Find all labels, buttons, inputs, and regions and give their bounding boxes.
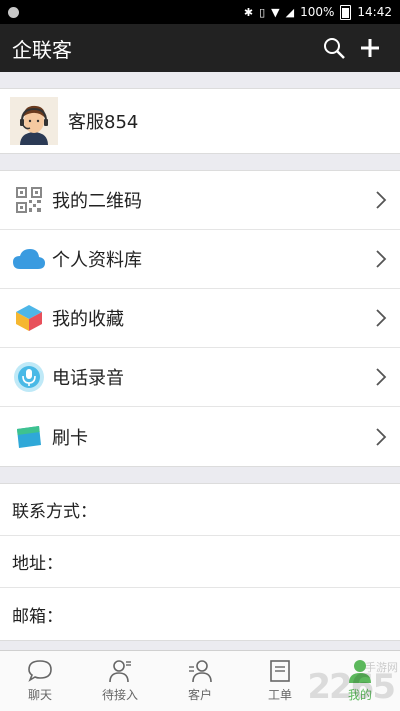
address-row: 地址：: [0, 536, 400, 588]
cloud-icon: [12, 242, 46, 276]
bluetooth-icon: ✱: [243, 5, 254, 19]
tab-chat[interactable]: 聊天: [0, 651, 80, 711]
profile-card[interactable]: 客服854: [0, 88, 400, 154]
page-title: 企联客: [12, 37, 72, 62]
app-bar: 企联客: [0, 24, 400, 72]
menu-item-label: 刷卡: [52, 427, 88, 449]
contact-method-row: 联系方式：: [0, 484, 400, 536]
menu-item-favorites[interactable]: 我的收藏: [0, 289, 400, 348]
contact-info: 联系方式： 地址： 邮箱：: [0, 483, 400, 641]
menu-item-qr-code[interactable]: 我的二维码: [0, 171, 400, 230]
search-icon: [324, 38, 345, 59]
customers-icon: [189, 660, 212, 683]
tab-waiting[interactable]: 待接入: [80, 651, 160, 711]
menu-item-call-recording[interactable]: 电话录音: [0, 348, 400, 407]
profile-name: 客服854: [68, 112, 139, 133]
ticket-icon: [270, 660, 290, 682]
chevron-right-icon: [376, 427, 387, 446]
tab-label: 聊天: [27, 688, 52, 702]
chat-icon: [28, 660, 52, 682]
battery-icon: [340, 4, 352, 20]
email-row: 邮箱：: [12, 606, 63, 627]
search-button[interactable]: [316, 30, 352, 66]
signal-icon: ◢: [285, 5, 295, 19]
menu-item-label: 电话录音: [52, 368, 124, 389]
menu-item-label: 我的二维码: [52, 191, 142, 212]
menu-item-swipe-card[interactable]: 刷卡: [0, 407, 400, 466]
menu-list: 我的二维码 个人资料库 我的收藏 电话录音 刷卡: [0, 170, 400, 467]
qr-code-icon: [12, 183, 46, 217]
tab-label: 工单: [267, 688, 292, 702]
menu-item-personal-library[interactable]: 个人资料库: [0, 230, 400, 289]
wifi-icon: ▼: [271, 5, 280, 19]
battery-level: 100%: [300, 5, 335, 19]
card-icon: [12, 420, 46, 454]
customer-service-avatar-icon: [10, 97, 58, 145]
microphone-icon: [12, 360, 46, 394]
plus-icon: [361, 39, 379, 57]
person-waiting-icon: [109, 660, 131, 683]
avatar: [10, 97, 58, 145]
cube-icon: [12, 301, 46, 335]
tab-label: 待接入: [101, 688, 138, 702]
add-button[interactable]: [352, 30, 388, 66]
tab-label: 客户: [187, 688, 212, 702]
status-bar: ✱ ▯ ▼ ◢ 100% 14:42: [0, 0, 400, 24]
chevron-right-icon: [376, 368, 387, 386]
chevron-right-icon: [376, 191, 387, 209]
chevron-right-icon: [376, 309, 387, 327]
menu-item-label: 我的收藏: [52, 309, 124, 330]
menu-item-label: 个人资料库: [52, 250, 142, 271]
notification-dot-icon: [8, 6, 19, 18]
tab-customers[interactable]: 客户: [160, 651, 240, 711]
vibrate-icon: ▯: [259, 5, 266, 19]
clock: 14:42: [357, 5, 392, 19]
chevron-right-icon: [376, 250, 387, 268]
watermark-logo: 2265: [307, 667, 396, 707]
